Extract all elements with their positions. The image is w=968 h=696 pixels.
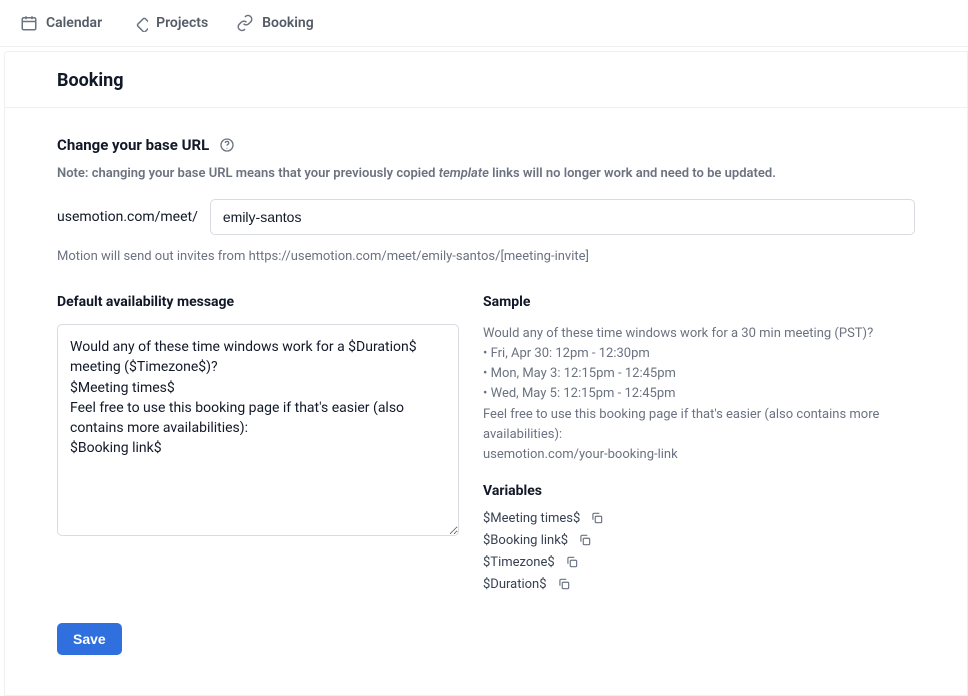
copy-icon[interactable] <box>565 555 579 569</box>
projects-icon <box>130 14 148 32</box>
nav-booking[interactable]: Booking <box>236 14 314 32</box>
save-button[interactable]: Save <box>57 623 122 655</box>
availability-heading: Default availability message <box>57 294 459 310</box>
base-url-section: Change your base URL Note: changing your… <box>5 108 967 264</box>
variable-row: $Booking link$ <box>483 533 915 548</box>
url-prefix: usemotion.com/meet/ <box>57 209 198 225</box>
base-url-input[interactable] <box>210 199 915 235</box>
nav-projects-label: Projects <box>156 15 208 31</box>
variable-label: $Meeting times$ <box>483 511 580 526</box>
sample-text: Would any of these time windows work for… <box>483 324 915 465</box>
help-icon[interactable] <box>219 137 235 153</box>
availability-message-input[interactable] <box>57 324 459 536</box>
copy-icon[interactable] <box>557 577 571 591</box>
content-card: Booking Change your base URL Note: chang… <box>4 51 968 696</box>
sample-heading: Sample <box>483 294 915 310</box>
nav-calendar-label: Calendar <box>46 15 102 31</box>
note-suffix: links will no longer work and need to be… <box>489 166 776 181</box>
variable-row: $Duration$ <box>483 577 915 592</box>
copy-icon[interactable] <box>578 533 592 547</box>
variables-heading: Variables <box>483 483 915 499</box>
note-italic: template <box>439 166 489 181</box>
nav-booking-label: Booking <box>262 15 314 31</box>
top-nav: Calendar Projects Booking <box>0 0 968 47</box>
copy-icon[interactable] <box>590 511 604 525</box>
variable-label: $Booking link$ <box>483 533 568 548</box>
note-prefix: Note: changing your base URL means that … <box>57 166 439 181</box>
base-url-heading: Change your base URL <box>57 136 209 154</box>
nav-projects[interactable]: Projects <box>130 14 208 32</box>
nav-calendar[interactable]: Calendar <box>20 14 102 32</box>
invite-hint: Motion will send out invites from https:… <box>57 249 915 264</box>
variable-row: $Timezone$ <box>483 555 915 570</box>
variable-label: $Timezone$ <box>483 555 555 570</box>
page-title: Booking <box>5 52 967 108</box>
variable-label: $Duration$ <box>483 577 547 592</box>
calendar-icon <box>20 14 38 32</box>
base-url-note: Note: changing your base URL means that … <box>57 166 915 181</box>
variable-row: $Meeting times$ <box>483 511 915 526</box>
link-icon <box>236 14 254 32</box>
